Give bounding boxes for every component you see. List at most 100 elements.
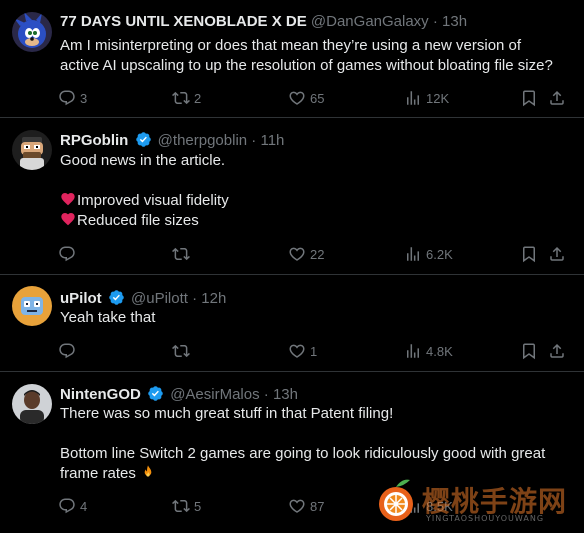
user-handle[interactable]: @DanGanGalaxy bbox=[311, 13, 429, 30]
reply-count: 3 bbox=[80, 90, 88, 106]
post-rpgoblin[interactable]: RPGoblin @therpgoblin · 11h Good news in… bbox=[0, 118, 584, 275]
reply-button[interactable] bbox=[58, 341, 80, 361]
red-heart-emoji-icon bbox=[60, 191, 76, 207]
like-count: 22 bbox=[310, 246, 325, 262]
share-icon bbox=[548, 89, 566, 107]
avatar[interactable] bbox=[12, 384, 52, 424]
separator-dot: · bbox=[192, 290, 198, 307]
separator-dot: · bbox=[432, 13, 438, 30]
site-watermark: 樱桃手游网 YINGTAOSHOUYOUWANG bbox=[376, 474, 584, 528]
like-button[interactable]: 87 bbox=[288, 496, 324, 516]
timestamp[interactable]: 12h bbox=[201, 290, 226, 307]
views-icon bbox=[404, 89, 422, 107]
text-line: Improved visual fidelity bbox=[77, 192, 229, 209]
post-text: There was so much great stuff in that Pa… bbox=[60, 404, 572, 484]
views-icon bbox=[404, 342, 422, 360]
post-text: Am I misinterpreting or does that mean t… bbox=[60, 36, 572, 76]
share-button[interactable] bbox=[548, 88, 566, 108]
like-icon bbox=[288, 497, 306, 515]
verified-badge-icon bbox=[147, 385, 164, 402]
sonic-avatar-icon bbox=[12, 12, 52, 52]
reply-button[interactable] bbox=[58, 244, 80, 264]
avatar[interactable] bbox=[12, 130, 52, 170]
view-count: 6.2K bbox=[426, 246, 453, 262]
user-handle[interactable]: @therpgoblin bbox=[158, 132, 247, 149]
reply-button[interactable]: 3 bbox=[58, 88, 87, 108]
repost-icon bbox=[172, 245, 190, 263]
post-danganGalaxy[interactable]: 77 DAYS UNTIL XENOBLADE X DE @DanGanGala… bbox=[0, 0, 584, 118]
bookmark-button[interactable] bbox=[520, 88, 538, 108]
text-line-with-emoji: Improved visual fidelity bbox=[60, 191, 572, 211]
action-bar: 1 4.8K bbox=[58, 341, 570, 361]
repost-icon bbox=[172, 497, 190, 515]
avatar[interactable] bbox=[12, 286, 52, 326]
like-button[interactable]: 22 bbox=[288, 244, 324, 264]
like-icon bbox=[288, 89, 306, 107]
red-heart-emoji-icon bbox=[60, 211, 76, 227]
views-button[interactable]: 6.2K bbox=[404, 244, 453, 264]
repost-button[interactable]: 5 bbox=[172, 496, 201, 516]
repost-count: 5 bbox=[194, 498, 202, 514]
person-avatar-icon bbox=[12, 384, 52, 424]
text-line: active AI upscaling to up the resolution… bbox=[60, 57, 553, 74]
display-name[interactable]: NintenGOD bbox=[60, 386, 141, 403]
post-text: Yeah take that bbox=[60, 308, 572, 328]
share-icon bbox=[548, 245, 566, 263]
repost-button[interactable] bbox=[172, 244, 194, 264]
share-button[interactable] bbox=[548, 341, 566, 361]
reply-icon bbox=[58, 497, 76, 515]
repost-count: 2 bbox=[194, 90, 202, 106]
watermark-subtext: YINGTAOSHOUYOUWANG bbox=[426, 514, 545, 523]
display-name[interactable]: RPGoblin bbox=[60, 132, 128, 149]
bookmark-icon bbox=[520, 245, 538, 263]
bookmark-button[interactable] bbox=[520, 341, 538, 361]
reply-button[interactable]: 4 bbox=[58, 496, 87, 516]
reply-icon bbox=[58, 245, 76, 263]
text-line: Good news in the article. bbox=[60, 152, 226, 169]
repost-button[interactable]: 2 bbox=[172, 88, 201, 108]
view-count: 12K bbox=[426, 90, 450, 106]
bookmark-icon bbox=[520, 342, 538, 360]
views-button[interactable]: 4.8K bbox=[404, 341, 453, 361]
display-name[interactable]: 77 DAYS UNTIL XENOBLADE X DE bbox=[60, 13, 307, 30]
text-line: There was so much great stuff in that Pa… bbox=[60, 405, 394, 422]
reply-icon bbox=[58, 342, 76, 360]
display-name[interactable]: uPilot bbox=[60, 290, 102, 307]
post-upilot[interactable]: uPilot @uPilott · 12h Yeah take that 1 4… bbox=[0, 275, 584, 372]
bookmark-icon bbox=[520, 89, 538, 107]
share-icon bbox=[548, 342, 566, 360]
repost-icon bbox=[172, 342, 190, 360]
like-button[interactable]: 1 bbox=[288, 341, 317, 361]
robot-avatar-icon bbox=[12, 286, 52, 326]
repost-icon bbox=[172, 89, 190, 107]
verified-badge-icon bbox=[108, 289, 125, 306]
goblin-avatar-icon bbox=[12, 130, 52, 170]
text-line: Reduced file sizes bbox=[77, 212, 199, 229]
text-line: Bottom line Switch 2 games are going to … bbox=[60, 445, 546, 462]
like-count: 65 bbox=[310, 90, 325, 106]
verified-badge-icon bbox=[135, 131, 152, 148]
reply-icon bbox=[58, 89, 76, 107]
text-line: frame rates bbox=[60, 465, 136, 482]
post-text: Good news in the article. Improved visua… bbox=[60, 151, 572, 231]
views-button[interactable]: 12K bbox=[404, 88, 449, 108]
timestamp[interactable]: 13h bbox=[273, 386, 298, 403]
timestamp[interactable]: 13h bbox=[442, 13, 467, 30]
reply-count: 4 bbox=[80, 498, 88, 514]
action-bar: 22 6.2K bbox=[58, 244, 570, 264]
separator-dot: · bbox=[251, 132, 257, 149]
user-handle[interactable]: @uPilott bbox=[131, 290, 188, 307]
like-icon bbox=[288, 342, 306, 360]
timestamp[interactable]: 11h bbox=[260, 132, 284, 149]
user-handle[interactable]: @AesirMalos bbox=[170, 386, 259, 403]
share-button[interactable] bbox=[548, 244, 566, 264]
repost-button[interactable] bbox=[172, 341, 194, 361]
like-button[interactable]: 65 bbox=[288, 88, 324, 108]
bookmark-button[interactable] bbox=[520, 244, 538, 264]
avatar[interactable] bbox=[12, 12, 52, 52]
like-count: 87 bbox=[310, 498, 325, 514]
like-icon bbox=[288, 245, 306, 263]
view-count: 4.8K bbox=[426, 343, 453, 359]
